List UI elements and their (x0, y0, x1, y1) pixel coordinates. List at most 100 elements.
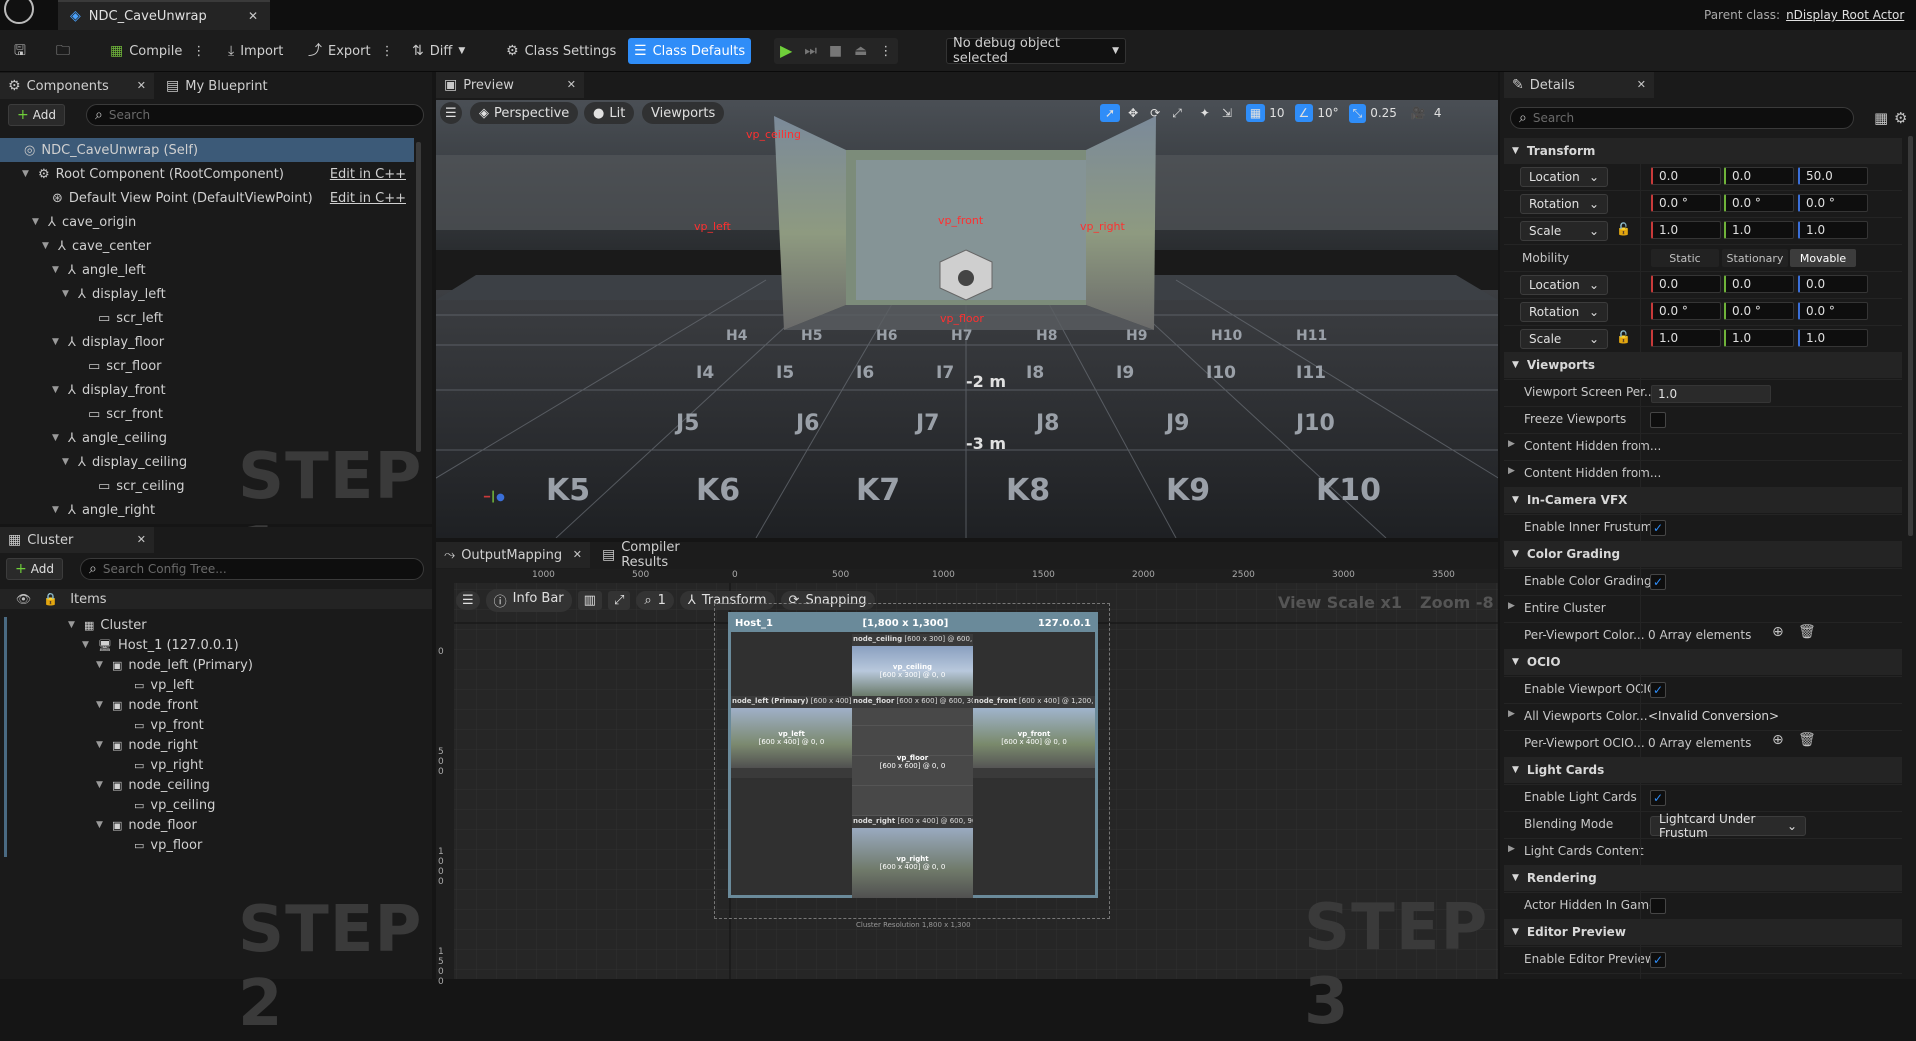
location-field-z[interactable]: 50.0 (1798, 167, 1868, 185)
content-hidden-2-arrow-icon[interactable]: ▶ (1508, 466, 1515, 476)
edit-in-cpp-link[interactable]: Edit in C++ (330, 167, 406, 182)
vp-left-box[interactable]: vp_left [600 x 400] @ 0, 0 (731, 708, 852, 768)
cluster-row[interactable]: ▭ vp_front (0, 715, 204, 735)
rotation-field-z[interactable]: 0.0 ° (1798, 194, 1868, 212)
scale-snap-value[interactable]: 0.25 (1370, 106, 1397, 120)
collapse-arrow-icon[interactable]: ▼ (1512, 765, 1519, 775)
tab-cluster[interactable]: ▦ Cluster ✕ (0, 527, 154, 553)
gear-icon[interactable]: ⚙ (1894, 109, 1907, 127)
all-viewports-color-arrow-icon[interactable]: ▶ (1508, 709, 1515, 719)
viewport-screen-percentage-field[interactable]: 1.0 (1651, 385, 1771, 403)
component-row[interactable]: ▼ ⚙ Root Component (RootComponent) Edit in … (0, 162, 414, 186)
section-rendering[interactable]: ▼ Rendering (1504, 865, 1902, 891)
vp-right-box[interactable]: vp_right [600 x 400] @ 0, 0 (852, 828, 973, 898)
delete-icon[interactable]: 🗑 (1798, 732, 1816, 748)
location-field-x[interactable]: 0.0 (1651, 275, 1721, 293)
eye-icon[interactable]: 👁 (16, 592, 31, 606)
expand-arrow-icon[interactable]: ▼ (52, 265, 62, 275)
import-button[interactable]: ⤓ Import (222, 38, 289, 64)
section-in-camera-vfx[interactable]: ▼ In-Camera VFX (1504, 487, 1902, 513)
surface-snap-icon[interactable]: ⇲ (1218, 104, 1236, 122)
expand-arrow-icon[interactable]: ▼ (96, 660, 106, 670)
scale-tool-icon[interactable]: ⤢ (1168, 104, 1186, 123)
diff-button[interactable]: ⇅ Diff ▼ (406, 38, 471, 64)
host-frame[interactable]: Host_1 [1,800 x 1,300] 127.0.0.1 node_ce… (728, 612, 1098, 898)
expand-arrow-icon[interactable]: ▼ (62, 457, 72, 467)
perspective-button[interactable]: ◈ Perspective (470, 102, 579, 124)
vp-floor-box[interactable]: vp_floor [600 x 600] @ 0, 0 (852, 708, 973, 816)
rotation-field-y[interactable]: 0.0 ° (1724, 194, 1794, 212)
parent-class-link[interactable]: nDisplay Root Actor (1786, 8, 1904, 22)
component-row[interactable]: ▭ scr_front (0, 402, 414, 426)
zoom-button[interactable]: ⌕ 1 (636, 590, 674, 610)
cluster-row[interactable]: ▼ ▦ Cluster (0, 615, 147, 635)
scale-field-y[interactable]: 1.0 (1724, 221, 1794, 239)
scale-field-z[interactable]: 1.0 (1798, 221, 1868, 239)
cluster-row[interactable]: ▭ vp_right (0, 755, 203, 775)
light-cards-content-arrow-icon[interactable]: ▶ (1508, 844, 1515, 854)
details-search-input[interactable]: ⌕ Search (1510, 107, 1854, 129)
tab-compiler-results[interactable]: ▤ Compiler Results (594, 540, 734, 570)
collapse-arrow-icon[interactable]: ▼ (1512, 146, 1519, 156)
location-field-y[interactable]: 0.0 (1724, 275, 1794, 293)
camera-speed-icon[interactable]: 🎥 (1407, 104, 1430, 122)
browse-button[interactable]: 🗀 (50, 38, 76, 64)
tab-my-blueprint[interactable]: ▤ My Blueprint (158, 73, 298, 99)
collapse-arrow-icon[interactable]: ▼ (1512, 657, 1519, 667)
compile-button[interactable]: ▦ Compile ⋮ (104, 38, 211, 64)
fit-icon[interactable]: ⤢ (607, 590, 631, 610)
section-ocio[interactable]: ▼ OCIO (1504, 649, 1902, 675)
freeze-viewports-checkbox[interactable] (1650, 412, 1666, 428)
stop-icon[interactable]: ■ (829, 44, 842, 58)
location-field-y[interactable]: 0.0 (1724, 167, 1794, 185)
expand-arrow-icon[interactable]: ▼ (82, 640, 92, 650)
select-tool-icon[interactable]: ➚ (1100, 104, 1121, 122)
scale-snap-icon[interactable]: ⤡ (1348, 103, 1367, 123)
collapse-arrow-icon[interactable]: ▼ (1512, 549, 1519, 559)
section-light-cards[interactable]: ▼ Light Cards (1504, 757, 1902, 783)
section-viewports[interactable]: ▼ Viewports (1504, 352, 1902, 378)
viewports-button[interactable]: Viewports (642, 102, 725, 124)
node-front-box[interactable]: node_front [600 x 400] @ 1,200, 300 vp_f… (973, 696, 1095, 778)
expand-arrow-icon[interactable]: ▼ (52, 385, 62, 395)
enable-editor-preview-checkbox[interactable]: ✓ (1650, 952, 1666, 968)
enable-light-cards-checkbox[interactable]: ✓ (1650, 790, 1666, 806)
component-row[interactable]: ▼ ⅄ angle_left (0, 258, 414, 282)
expand-arrow-icon[interactable]: ▼ (42, 241, 52, 251)
document-tab[interactable]: ◈ NDC_CaveUnwrap ✕ (58, 0, 270, 30)
scale-lock-icon[interactable]: 🔓 (1616, 222, 1631, 236)
rotation-field-x[interactable]: 0.0 ° (1651, 302, 1721, 320)
collapse-arrow-icon[interactable]: ▼ (1512, 495, 1519, 505)
component-row[interactable]: ▭ scr_left (0, 306, 414, 330)
angle-snap-icon[interactable]: ∠ (1294, 104, 1314, 122)
expand-arrow-icon[interactable]: ▼ (52, 337, 62, 347)
cluster-row[interactable]: ▼ ▣ node_front (0, 695, 198, 715)
cluster-row[interactable]: ▼ ▣ node_right (0, 735, 198, 755)
location-field-x[interactable]: 0.0 (1651, 167, 1721, 185)
rotation-field-x[interactable]: 0.0 ° (1651, 194, 1721, 212)
enable-inner-frustum-checkbox[interactable]: ✓ (1650, 520, 1666, 536)
table-view-icon[interactable]: ▦ (1874, 109, 1888, 127)
world-icon[interactable]: ✦ (1196, 104, 1214, 122)
eject-icon[interactable]: ⏏ (854, 44, 867, 58)
node-right-box[interactable]: node_right [600 x 400] @ 600, 900 vp_rig… (852, 816, 973, 898)
scale-field-z[interactable]: 1.0 (1798, 329, 1868, 347)
component-row[interactable]: ▼ ⅄ display_front (0, 378, 414, 402)
info-bar-button[interactable]: ⓘ Info Bar (485, 588, 572, 612)
grid-snap-icon[interactable]: ▦ (1245, 104, 1266, 122)
scrollbar[interactable] (416, 142, 421, 452)
mobility-static-button[interactable]: Static (1651, 249, 1719, 267)
location-field-z[interactable]: 0.0 (1798, 275, 1868, 293)
play-icon[interactable]: ▶ (780, 43, 792, 59)
close-icon[interactable]: ✕ (137, 533, 146, 547)
class-settings-button[interactable]: ⚙ Class Settings (500, 38, 622, 64)
enable-viewport-ocio-checkbox[interactable]: ✓ (1650, 682, 1666, 698)
mobility-stationary-button[interactable]: Stationary (1722, 249, 1788, 267)
expand-arrow-icon[interactable]: ▼ (96, 820, 106, 830)
component-row[interactable]: ⊛ Default View Point (DefaultViewPoint) Ed… (0, 186, 414, 210)
rotation-field-z[interactable]: 0.0 ° (1798, 302, 1868, 320)
rotate-tool-icon[interactable]: ⟳ (1146, 104, 1164, 122)
section-transform[interactable]: ▼ Transform (1504, 138, 1902, 164)
close-icon[interactable]: ✕ (567, 78, 576, 92)
node-ceiling-box[interactable]: node_ceiling [600 x 300] @ 600, 0 vp_cei… (852, 634, 973, 696)
